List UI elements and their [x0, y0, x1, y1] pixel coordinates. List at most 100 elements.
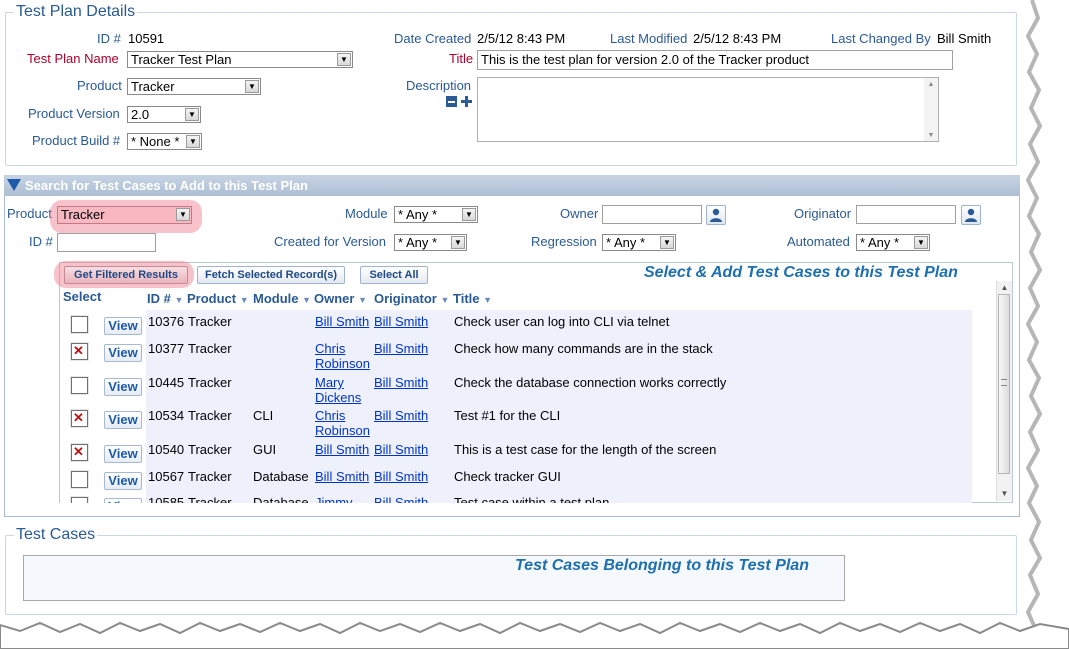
row-originator[interactable]: Bill Smith: [374, 442, 428, 457]
triangle-down-icon[interactable]: ▼: [337, 53, 351, 66]
automated-select[interactable]: * Any * ▼: [856, 234, 930, 251]
row-owner[interactable]: Robinson: [315, 356, 370, 371]
row-owner[interactable]: Bill Smith: [315, 442, 369, 457]
view-button[interactable]: View: [104, 472, 142, 490]
triangle-down-icon[interactable]: ▼: [185, 108, 199, 121]
title-input[interactable]: This is the test plan for version 2.0 of…: [477, 50, 953, 70]
description-textarea[interactable]: ▲ ▼: [477, 77, 939, 142]
triangle-down-icon[interactable]: ▼: [660, 236, 674, 249]
row-owner[interactable]: Robinson: [315, 423, 370, 438]
triangle-down-icon[interactable]: ▼: [451, 236, 465, 249]
originator-picker-button[interactable]: [961, 205, 981, 225]
col-title[interactable]: Title ▼: [453, 291, 492, 306]
table-row[interactable]: View 10445 Tracker Mary Dickens Bill Smith Che…: [60, 375, 996, 405]
owner-input[interactable]: [602, 205, 702, 224]
row-originator[interactable]: Bill Smith: [374, 341, 428, 356]
view-button[interactable]: View: [104, 411, 142, 429]
originator-input[interactable]: [856, 205, 956, 224]
row-originator[interactable]: Bill Smith: [374, 469, 428, 484]
triangle-down-icon[interactable]: [7, 179, 21, 191]
product-label: Product: [77, 78, 122, 93]
table-row[interactable]: View 10376 Tracker Bill Smith Bill Smith Chec…: [60, 314, 996, 344]
triangle-down-icon[interactable]: ▼: [176, 208, 190, 221]
search-id-input[interactable]: [57, 233, 156, 252]
row-id: 10445: [148, 375, 185, 390]
row-id: 10534: [148, 408, 185, 423]
table-row[interactable]: View 10377Tracker ChrisRobinson Bill Smith C…: [60, 341, 996, 371]
row-originator[interactable]: Bill Smith: [374, 375, 428, 390]
triangle-down-icon[interactable]: ▼: [462, 208, 476, 221]
row-originator[interactable]: Bill Smith: [374, 408, 428, 423]
row-module: CLI: [253, 408, 274, 423]
select-checkbox[interactable]: [71, 497, 88, 503]
row-product: Tracker: [188, 442, 232, 457]
plan-id-value: 10591: [128, 31, 165, 46]
torn-edge-decoration: [1025, 0, 1069, 649]
scrollbar-thumb[interactable]: [998, 294, 1010, 474]
select-checkbox[interactable]: [71, 316, 88, 333]
select-checkbox[interactable]: [71, 377, 88, 394]
person-icon: [965, 208, 977, 222]
product-select[interactable]: Tracker ▼: [127, 78, 261, 95]
search-product-select[interactable]: Tracker ▼: [57, 206, 192, 224]
select-all-button[interactable]: Select All: [360, 266, 428, 284]
row-title: Test case within a test plan: [454, 495, 610, 503]
table-row[interactable]: View 10540Tracker GUI Bill Smith Bill Smith T…: [60, 442, 996, 472]
checkbox-x-icon[interactable]: [71, 410, 88, 427]
table-row[interactable]: View 10534Tracker CLI ChrisRobinson Bill Smi…: [60, 408, 996, 438]
row-originator[interactable]: Bill Smith: [374, 314, 428, 329]
plus-icon[interactable]: [461, 96, 472, 107]
row-owner[interactable]: Mary: [315, 375, 344, 390]
product-version-select[interactable]: 2.0 ▼: [127, 106, 201, 123]
description-scrollbar[interactable]: ▲ ▼: [924, 78, 938, 141]
view-button[interactable]: View: [104, 317, 142, 335]
plan-id-label: ID #: [97, 31, 121, 46]
row-owner[interactable]: Chris: [315, 408, 345, 423]
row-title: Check how many commands are in the stack: [454, 341, 713, 356]
checkbox-x-icon[interactable]: [71, 444, 88, 461]
row-owner[interactable]: Chris: [315, 341, 345, 356]
col-owner[interactable]: Owner ▼: [314, 291, 367, 306]
col-id[interactable]: ID # ▼: [147, 291, 183, 306]
row-id: 10567: [148, 469, 185, 484]
row-owner[interactable]: Dickens: [315, 390, 361, 405]
owner-picker-button[interactable]: [706, 205, 726, 225]
view-button[interactable]: View: [104, 498, 142, 503]
triangle-down-icon[interactable]: ▼: [186, 135, 200, 148]
get-filtered-results-button[interactable]: Get Filtered Results: [64, 266, 188, 284]
search-bar[interactable]: Search for Test Cases to Add to this Tes…: [4, 175, 1020, 196]
minus-icon[interactable]: [446, 96, 457, 107]
created-for-version-select[interactable]: * Any * ▼: [394, 234, 467, 251]
table-row[interactable]: View 10585Tracker Database Jimmy Bill Smith T…: [60, 495, 996, 503]
row-owner[interactable]: Bill Smith: [315, 469, 369, 484]
test-plan-name-value: Tracker Test Plan: [131, 52, 232, 67]
view-button[interactable]: View: [104, 344, 142, 362]
triangle-down-icon[interactable]: ▼: [245, 80, 259, 93]
row-title: Check tracker GUI: [454, 469, 561, 484]
row-owner[interactable]: Jimmy: [315, 495, 353, 503]
created-for-version-label: Created for Version: [274, 234, 387, 249]
regression-value: * Any *: [606, 235, 646, 250]
col-module[interactable]: Module ▼: [253, 291, 311, 306]
product-version-label: Product Version: [28, 106, 120, 121]
test-plan-name-select[interactable]: Tracker Test Plan ▼: [127, 51, 353, 68]
module-select[interactable]: * Any * ▼: [394, 206, 478, 223]
view-button[interactable]: View: [104, 445, 142, 463]
row-owner[interactable]: Bill Smith: [315, 314, 369, 329]
view-button[interactable]: View: [104, 378, 142, 396]
col-originator[interactable]: Originator ▼: [374, 291, 449, 306]
select-checkbox[interactable]: [71, 471, 88, 488]
checkbox-x-icon[interactable]: [71, 343, 88, 360]
product-build-select[interactable]: * None * ▼: [127, 133, 202, 150]
module-value: * Any *: [398, 207, 438, 222]
triangle-down-icon[interactable]: ▼: [914, 236, 928, 249]
row-title: Check the database connection works corr…: [454, 375, 727, 390]
fetch-selected-button[interactable]: Fetch Selected Record(s): [197, 266, 345, 284]
module-label: Module: [345, 206, 388, 221]
row-originator[interactable]: Bill Smith: [374, 495, 428, 503]
regression-select[interactable]: * Any * ▼: [602, 234, 676, 251]
product-build-value: * None *: [131, 134, 180, 149]
col-product[interactable]: Product ▼: [187, 291, 249, 306]
last-modified-value: 2/5/12 8:43 PM: [693, 31, 782, 46]
created-for-version-value: * Any *: [398, 235, 438, 250]
